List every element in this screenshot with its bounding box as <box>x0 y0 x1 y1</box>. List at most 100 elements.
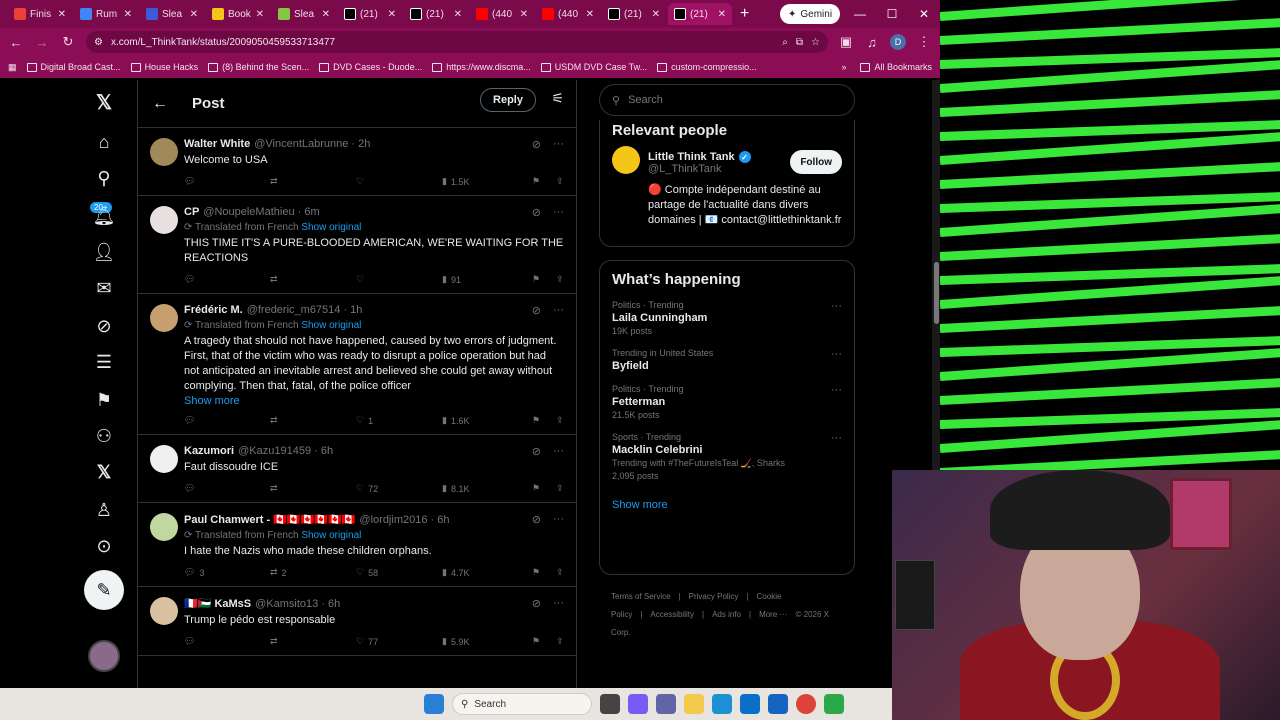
share-icon[interactable]: ⇪ <box>556 176 564 187</box>
views-chart-action[interactable]: ▮ 5.9K <box>442 636 532 647</box>
close-window-icon[interactable]: ✕ <box>908 0 940 28</box>
reply-button[interactable]: Reply <box>480 88 536 112</box>
browser-tab[interactable]: Slea ✕ <box>272 3 336 25</box>
share-icon[interactable]: ⇪ <box>556 483 564 494</box>
views-chart-action[interactable]: ▮ 1.6K <box>442 415 532 426</box>
search-input[interactable]: ⚲ Search <box>599 84 855 116</box>
share-icon[interactable]: ⇪ <box>556 636 564 647</box>
reply-tweet[interactable]: Kazumori @Kazu191459 · 6h ⊘ ··· Faut dissoud… <box>138 435 576 503</box>
apps-grid-icon[interactable]: ▦ <box>8 62 17 73</box>
footer-link[interactable]: Ads info <box>712 610 741 619</box>
reload-icon[interactable]: ↻ <box>60 34 76 50</box>
follow-button[interactable]: Follow <box>790 150 842 174</box>
all-bookmarks[interactable]: All Bookmarks <box>860 62 932 72</box>
reply-action[interactable]: 💬︎ 3 <box>184 567 270 578</box>
bookmark-star-icon[interactable]: ☆ <box>811 37 820 48</box>
browser-tab[interactable]: (21) ✕ <box>668 3 732 25</box>
browser-tab[interactable]: Slea ✕ <box>140 3 204 25</box>
little-think-tank-avatar[interactable] <box>612 146 640 174</box>
maximize-icon[interactable]: ☐ <box>876 0 908 28</box>
minimize-icon[interactable]: — <box>844 0 876 28</box>
bookmark-item[interactable]: Digital Broad Cast... <box>26 62 121 72</box>
premium-x-icon[interactable]: 𝕏 <box>92 460 116 484</box>
footer-link[interactable]: Accessibility <box>650 610 694 619</box>
file-explorer-icon[interactable] <box>684 694 704 714</box>
repost-action[interactable]: ⇄ <box>270 176 356 187</box>
like-heart-action[interactable]: ♡ <box>356 274 442 285</box>
share-icon[interactable]: ⇪ <box>556 567 564 578</box>
more-dots-icon[interactable]: ··· <box>553 513 564 526</box>
views-chart-action[interactable]: ▮ 8.1K <box>442 483 532 494</box>
grok-explain-icon[interactable]: ⊘ <box>532 206 541 219</box>
address-bar[interactable]: ⚙ x.com/L_ThinkTank/status/2009050459533… <box>86 31 828 53</box>
repost-action[interactable]: ⇄ <box>270 636 356 647</box>
views-chart-action[interactable]: ▮ 91 <box>442 274 532 285</box>
trend-more-icon[interactable]: ··· <box>831 300 842 312</box>
grok-icon[interactable]: ⊘ <box>92 314 116 338</box>
taskbar-search[interactable]: ⚲ Search <box>452 693 592 715</box>
reply-tweet[interactable]: Frédéric M. @frederic_m67514 · 1h ⊘ ··· ⟳ Tr… <box>138 294 576 435</box>
trends-show-more-link[interactable]: Show more <box>612 499 842 511</box>
explore-search-icon[interactable]: ⚲ <box>92 166 116 190</box>
show-original-link[interactable]: Show original <box>301 320 361 331</box>
bookmark-item[interactable]: DVD Cases - Duode... <box>319 62 422 72</box>
show-more-link[interactable]: Show more <box>184 395 564 407</box>
bookmark-icon[interactable]: ⚑ <box>532 274 556 285</box>
tweet-author-name[interactable]: 🇫🇷🇵🇸 KaMsS <box>184 597 251 610</box>
reply-tweet[interactable]: Paul Chamwert - 🇨🇦🇨🇦🇨🇦🇨🇦🇨🇦🇨🇦 @lordjim2016… <box>138 503 576 587</box>
repost-action[interactable]: ⇄ <box>270 415 356 426</box>
tab-close-icon[interactable]: ✕ <box>454 9 462 20</box>
edge-icon[interactable] <box>712 694 732 714</box>
repost-action[interactable]: ⇄ 2 <box>270 567 356 578</box>
browser-tab[interactable]: Rum ✕ <box>74 3 138 25</box>
grok-explain-icon[interactable]: ⊘ <box>532 513 541 526</box>
more-dots-icon[interactable]: ··· <box>553 206 564 219</box>
tweet-author-name[interactable]: CP <box>184 206 199 218</box>
bookmark-item[interactable]: (8) Behind the Scen... <box>208 62 309 72</box>
grok-explain-icon[interactable]: ⊘ <box>532 138 541 151</box>
tab-close-icon[interactable]: ✕ <box>190 9 198 20</box>
repost-action[interactable]: ⇄ <box>270 274 356 285</box>
repost-action[interactable]: ⇄ <box>270 483 356 494</box>
trend-item[interactable]: Politics · Trending Fetterman 21.5K posts ·… <box>612 384 842 420</box>
gemini-button[interactable]: ✦ Gemini <box>780 4 841 24</box>
share-icon[interactable]: ⇪ <box>556 274 564 285</box>
trend-more-icon[interactable]: ··· <box>831 384 842 396</box>
filter-sliders-icon[interactable]: ⚟ <box>551 90 564 107</box>
tab-close-icon[interactable]: ✕ <box>718 9 726 20</box>
trend-more-icon[interactable]: ··· <box>831 432 842 444</box>
share-icon[interactable]: ⇪ <box>556 415 564 426</box>
more-dots-icon[interactable]: ··· <box>553 445 564 458</box>
tab-close-icon[interactable]: ✕ <box>58 9 66 20</box>
trend-item[interactable]: Politics · Trending Laila Cunningham 19K p… <box>612 300 842 336</box>
lists-icon[interactable]: ☰ <box>92 350 116 374</box>
more-dots-icon[interactable]: ··· <box>553 138 564 151</box>
browser-tab[interactable]: (21) ✕ <box>602 3 666 25</box>
site-info-icon[interactable]: ⚙ <box>94 37 103 48</box>
outlook-icon[interactable] <box>768 694 788 714</box>
bookmark-icon[interactable]: ⚑ <box>532 483 556 494</box>
tab-close-icon[interactable]: ✕ <box>124 9 132 20</box>
like-heart-action[interactable]: ♡ <box>356 176 442 187</box>
browser-tab[interactable]: (21) ✕ <box>338 3 402 25</box>
tab-close-icon[interactable]: ✕ <box>256 9 264 20</box>
more-dots-icon[interactable]: ··· <box>553 597 564 610</box>
bookmark-item[interactable]: House Hacks <box>130 62 198 72</box>
install-icon[interactable]: ⧉ <box>796 37 803 48</box>
copilot-icon[interactable] <box>628 694 648 714</box>
like-heart-action[interactable]: ♡ 77 <box>356 636 442 647</box>
like-heart-action[interactable]: ♡ 58 <box>356 567 442 578</box>
bookmarks-icon[interactable]: ⚑ <box>92 388 116 412</box>
x-logo-icon[interactable]: 𝕏 <box>92 90 116 114</box>
reply-action[interactable]: 💬︎ <box>184 274 270 285</box>
tweet-avatar[interactable] <box>150 206 178 234</box>
reply-tweet[interactable]: 🇫🇷🇵🇸 KaMsS @Kamsito13 · 6h ⊘ ··· Trump le pé… <box>138 587 576 656</box>
zoom-icon[interactable]: ⌕ <box>782 37 788 48</box>
reply-tweet[interactable]: Walter White @VincentLabrunne · 2h ⊘ ··· Wel… <box>138 128 576 196</box>
tab-close-icon[interactable]: ✕ <box>388 9 396 20</box>
profile-icon[interactable]: ♙ <box>92 498 116 522</box>
browser-tab[interactable]: Finis ✕ <box>8 3 72 25</box>
grok-explain-icon[interactable]: ⊘ <box>532 597 541 610</box>
tweet-avatar[interactable] <box>150 513 178 541</box>
follow-icon[interactable]: 👤︎ <box>92 240 116 264</box>
